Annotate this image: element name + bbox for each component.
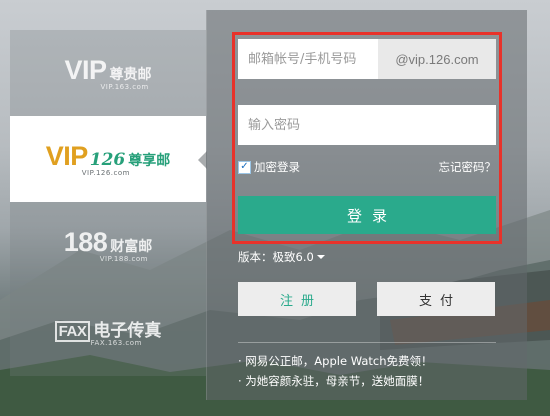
version-selector[interactable]: 版本：极致6.0	[238, 249, 325, 265]
brand-list: VIP 尊贵邮 VIP.163.com VIP 126 尊享邮 VIP.126.…	[10, 30, 206, 376]
panel-pointer-icon	[198, 151, 207, 169]
chevron-down-icon	[316, 255, 325, 259]
brand-url: VIP.188.com	[99, 255, 148, 263]
brand-item-vip163[interactable]: VIP 尊贵邮 VIP.163.com	[10, 30, 206, 116]
register-button[interactable]: 注册	[238, 282, 356, 316]
news-item[interactable]: · 网易公正邮，Apple Watch免费领！	[238, 353, 433, 369]
news-item[interactable]: · 为她容颜永驻，母亲节，送她面膜！	[238, 373, 429, 389]
brand-url: VIP.163.com	[100, 83, 149, 91]
brand-name: 财富邮	[110, 239, 153, 255]
brand-logo-text: VIP	[64, 55, 107, 85]
fax-logo-icon: FAX	[54, 320, 91, 342]
brand-name: 电子传真	[93, 320, 162, 341]
brand-item-fax[interactable]: FAX 电子传真 FAX.163.com	[10, 288, 206, 374]
brand-item-vip188[interactable]: 188 财富邮 VIP.188.com	[10, 202, 206, 288]
brand-url: FAX.163.com	[90, 338, 142, 347]
brand-logo-text: 188	[63, 227, 108, 257]
brand-url: VIP.126.com	[81, 169, 130, 177]
brand-logo-text: VIP	[45, 141, 89, 171]
brand-name: 尊贵邮	[109, 67, 152, 83]
highlight-frame	[232, 32, 502, 244]
brand-item-vip126[interactable]: VIP 126 尊享邮 VIP.126.com	[10, 116, 206, 202]
brand-logo-number: 126	[89, 150, 126, 170]
brand-name: 尊享邮	[128, 153, 171, 169]
version-label: 版本：极致6.0	[238, 250, 314, 264]
divider	[238, 342, 496, 343]
pay-button[interactable]: 支付	[377, 282, 495, 316]
